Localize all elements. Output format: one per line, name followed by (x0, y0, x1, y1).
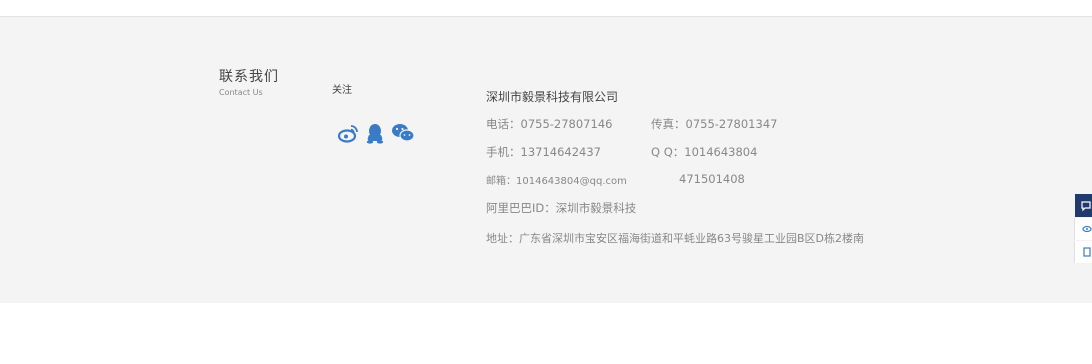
company-name: 深圳市毅景科技有限公司 (486, 90, 619, 104)
top-header-bar (0, 0, 1092, 17)
address-text: 地址：广东省深圳市宝安区福海街道和平蚝业路63号骏星工业园B区D栋2楼南 (486, 232, 865, 245)
wechat-icon[interactable] (391, 122, 415, 144)
qq-text: Q Q：1014643804 (651, 145, 758, 159)
side-eye-button[interactable] (1074, 218, 1092, 240)
qq2-text: 471501408 (679, 172, 745, 186)
email-text: 邮箱：1014643804@qq.com (486, 176, 627, 187)
mobile-text: 手机：13714642437 (486, 145, 601, 159)
chat-icon (1081, 201, 1091, 212)
side-online-chat-button[interactable] (1075, 194, 1092, 217)
footer (0, 17, 1092, 303)
phone-text: 电话：0755-27807146 (486, 117, 613, 131)
follow-label: 关注 (332, 85, 352, 96)
eye-icon (1082, 225, 1092, 233)
side-document-button[interactable] (1074, 241, 1092, 263)
qq-icon[interactable] (364, 122, 386, 144)
alibaba-id-text: 阿里巴巴ID：深圳市毅景科技 (486, 201, 637, 215)
fax-text: 传真：0755-27801347 (651, 117, 778, 131)
contact-title: 联系我们 (219, 69, 279, 85)
weibo-icon[interactable] (337, 122, 359, 144)
document-icon (1083, 247, 1091, 257)
contact-subtitle: Contact Us (219, 88, 263, 97)
